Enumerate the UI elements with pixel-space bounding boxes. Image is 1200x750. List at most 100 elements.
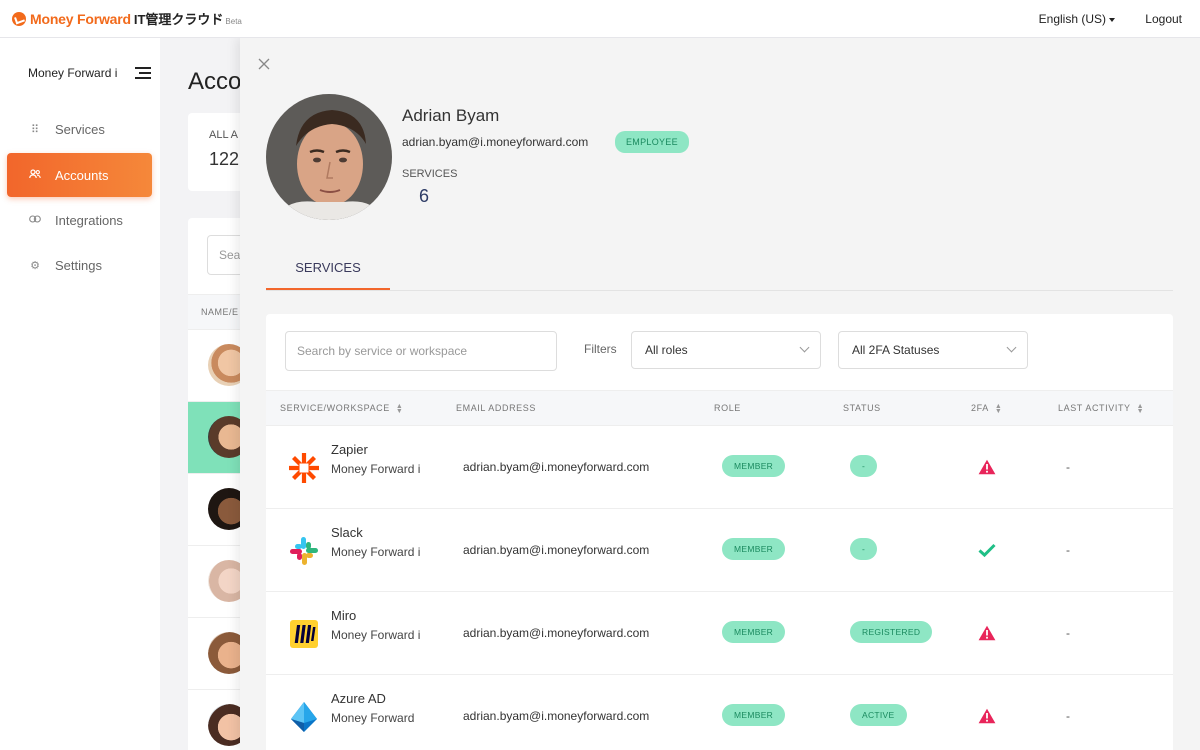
column-label: 2FA [971, 403, 989, 413]
azure-ad-logo-icon [286, 699, 322, 735]
menu-toggle-icon[interactable] [135, 67, 151, 79]
column-label: SERVICE/WORKSPACE [280, 403, 390, 413]
account-email: adrian.byam@i.moneyforward.com [463, 460, 650, 474]
twofa-filter-select[interactable]: All 2FA Statuses [838, 331, 1028, 369]
app-logo[interactable]: Money Forward IT管理クラウド Beta [12, 9, 242, 28]
sidebar-item-integrations[interactable]: Integrations [7, 198, 152, 242]
page-title: Acco [188, 68, 242, 95]
service-name[interactable]: Zapier [331, 442, 368, 457]
last-activity: - [1066, 626, 1070, 640]
table-header: SERVICE/WORKSPACE ▲ ▼ EMAIL ADDRESS ROLE S… [266, 390, 1173, 426]
account-detail-drawer: Adrian Byam adrian.byam@i.moneyforward.c… [240, 38, 1200, 750]
status-badge-label: - [850, 455, 878, 477]
workspace-name: Money Forward i [331, 462, 421, 476]
workspace-name: Money Forward i [331, 545, 421, 559]
column-header-email: EMAIL ADDRESS [456, 403, 536, 413]
service-name[interactable]: Azure AD [331, 691, 386, 706]
service-name[interactable]: Miro [331, 608, 356, 623]
logo-product: IT管理クラウド [133, 12, 224, 27]
last-activity: - [1066, 709, 1070, 723]
gear-icon: ⚙ [30, 259, 40, 272]
role-badge-label: MEMBER [722, 704, 786, 726]
sidebar-item-accounts[interactable]: Accounts [7, 153, 152, 197]
stat-label: ALL A [209, 129, 238, 141]
column-header-role: ROLE [714, 403, 741, 413]
close-icon[interactable] [258, 58, 272, 72]
beta-label: Beta [225, 16, 242, 26]
users-icon [29, 168, 41, 182]
org-name: Money Forward i [28, 66, 118, 80]
chevron-down-icon [1006, 342, 1017, 353]
warning-icon [978, 459, 996, 477]
warning-icon [978, 625, 996, 643]
table-row[interactable]: Slack Money Forward i adrian.byam@i.mone… [266, 509, 1173, 592]
status-badge: - [850, 455, 878, 477]
role-filter-select[interactable]: All roles [631, 331, 821, 369]
sort-icon: ▲ ▼ [994, 402, 1003, 415]
top-bar: Money Forward IT管理クラウド Beta English (US)… [0, 0, 1200, 38]
filters-label: Filters [584, 342, 617, 356]
language-label: English (US) [1038, 12, 1106, 26]
services-count: 6 [419, 186, 430, 206]
status-badge: - [850, 538, 878, 560]
warning-icon [978, 708, 996, 726]
sidebar-item-label: Settings [55, 257, 102, 273]
sidebar-item-settings[interactable]: ⚙ Settings [7, 243, 152, 287]
sidebar: Money Forward i ⠿ Services Accounts Inte… [0, 38, 160, 750]
account-email: adrian.byam@i.moneyforward.com [463, 709, 650, 723]
twofa-filter-value: All 2FA Statuses [852, 343, 940, 357]
workspace-name: Money Forward i [331, 628, 421, 642]
grid-icon: ⠿ [30, 123, 40, 136]
role-badge-label: MEMBER [722, 538, 786, 560]
language-dropdown[interactable]: English (US) [1039, 12, 1115, 26]
sort-icon: ▲ ▼ [1136, 402, 1145, 415]
stat-value: 122 [209, 149, 240, 169]
sidebar-item-services[interactable]: ⠿ Services [7, 107, 152, 151]
sidebar-item-label: Integrations [55, 212, 123, 228]
sidebar-item-label: Services [55, 121, 105, 137]
chevron-down-icon [799, 342, 810, 353]
table-row[interactable]: Azure AD Money Forward adrian.byam@i.mon… [266, 675, 1173, 750]
tab-services[interactable]: SERVICES [266, 260, 390, 290]
last-activity: - [1066, 543, 1070, 557]
role-badge: MEMBER [722, 455, 786, 477]
sort-icon: ▲ ▼ [395, 402, 404, 415]
service-search-input[interactable]: Search by service or workspace [285, 331, 557, 371]
status-badge-label: - [850, 538, 878, 560]
role-filter-value: All roles [645, 343, 688, 357]
miro-logo-icon [286, 616, 322, 652]
workspace-name: Money Forward [331, 711, 415, 725]
role-badge: EMPLOYEE [615, 131, 689, 153]
column-header-status: STATUS [843, 403, 881, 413]
column-header-2fa[interactable]: 2FA ▲ ▼ [971, 402, 1003, 415]
sidebar-item-label: Accounts [55, 167, 109, 183]
role-badge: MEMBER [722, 704, 786, 726]
profile-photo [266, 94, 392, 220]
slack-logo-icon [286, 533, 322, 569]
services-table-card: Search by service or workspace Filters A… [266, 314, 1173, 750]
account-email: adrian.byam@i.moneyforward.com [463, 626, 650, 640]
services-count-label: SERVICES [402, 168, 458, 180]
column-header-last-activity[interactable]: LAST ACTIVITY ▲ ▼ [1058, 402, 1145, 415]
role-badge-label: MEMBER [722, 455, 786, 477]
tab-divider [266, 290, 1173, 291]
profile-email: adrian.byam@i.moneyforward.com [402, 135, 589, 149]
role-badge: MEMBER [722, 538, 786, 560]
profile-name: Adrian Byam [402, 106, 500, 125]
column-label: LAST ACTIVITY [1058, 403, 1131, 413]
logout-link[interactable]: Logout [1145, 12, 1182, 26]
table-row[interactable]: Miro Money Forward i adrian.byam@i.money… [266, 592, 1173, 675]
status-badge-label: REGISTERED [850, 621, 933, 643]
link-icon [29, 214, 41, 226]
role-badge-label: MEMBER [722, 621, 786, 643]
account-email: adrian.byam@i.moneyforward.com [463, 543, 650, 557]
table-row[interactable]: Zapier Money Forward i adrian.byam@i.mon… [266, 426, 1173, 509]
status-badge: REGISTERED [850, 621, 933, 643]
caret-down-icon [1109, 17, 1115, 22]
zapier-logo-icon [286, 450, 322, 486]
logo-brand: Money Forward [30, 10, 131, 27]
role-badge: MEMBER [722, 621, 786, 643]
service-name[interactable]: Slack [331, 525, 363, 540]
status-badge-label: ACTIVE [850, 704, 907, 726]
column-header-service[interactable]: SERVICE/WORKSPACE ▲ ▼ [280, 402, 404, 415]
